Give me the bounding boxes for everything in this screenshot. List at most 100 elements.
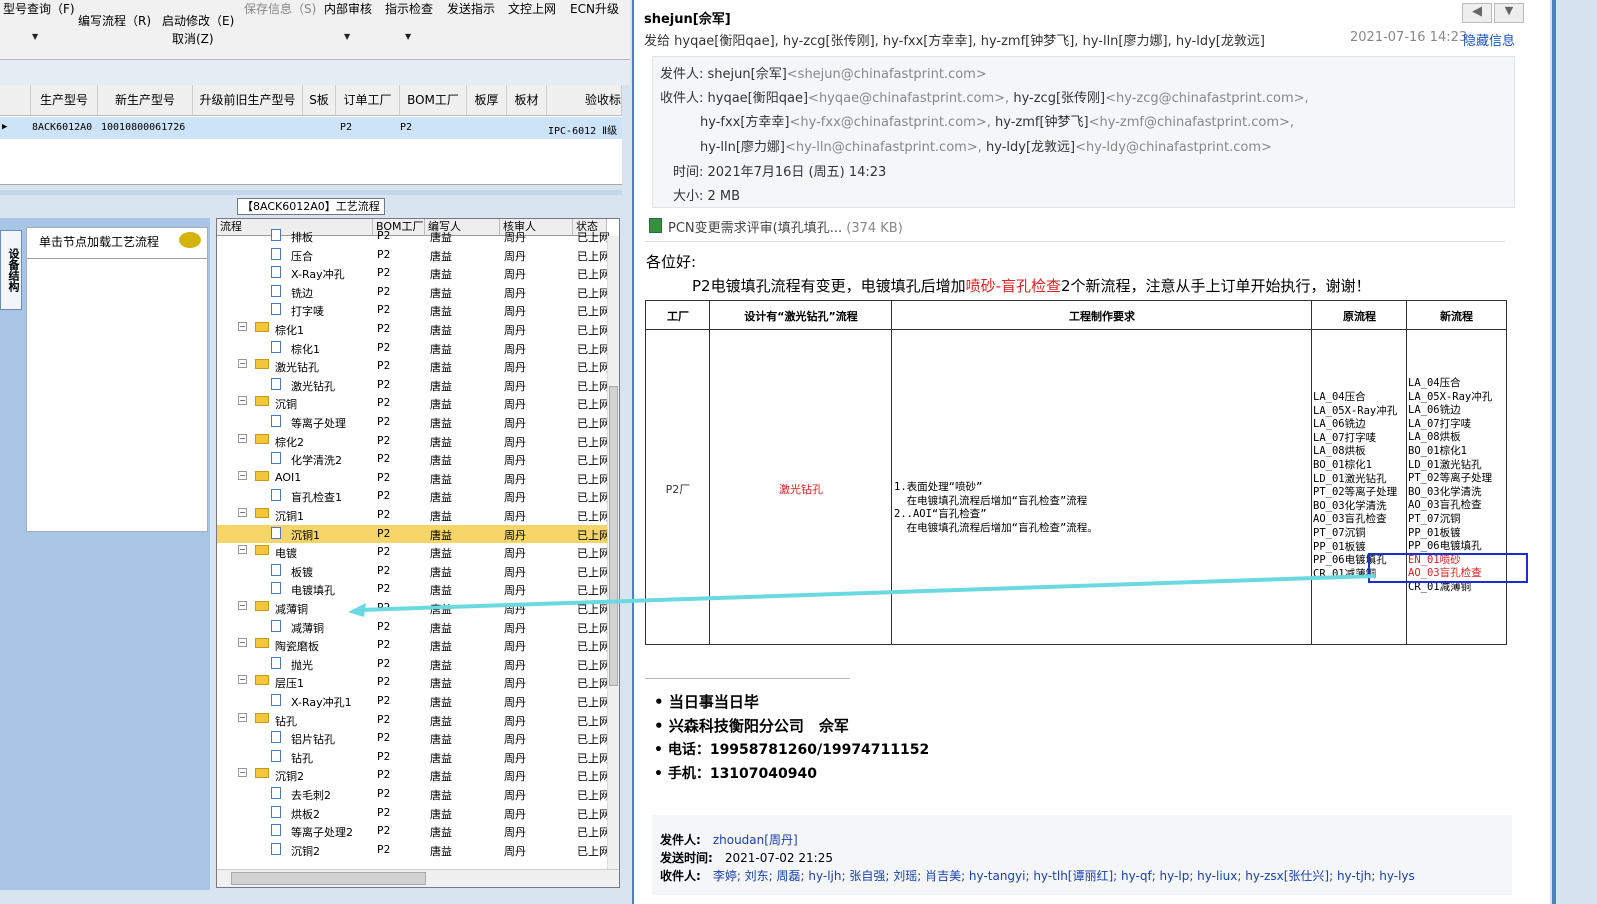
indicator-check-button[interactable]: 指示检查 (385, 0, 433, 17)
collapse-toggle-icon[interactable]: − (238, 545, 247, 555)
folder-icon (255, 508, 269, 518)
tree-row[interactable]: − 沉铜2 P2 唐益 周丹 已上网 (217, 766, 610, 785)
tree-cell-reviewer: 周丹 (504, 658, 526, 672)
tree-cell-name: AOI1 (275, 470, 302, 484)
attachment-link[interactable]: PCN变更需求评审(填孔填孔... (374 KB) (668, 217, 903, 236)
grid-header[interactable]: 板材 (507, 85, 547, 116)
to-row-2: hy-fxx[方幸幸]<hy-fxx@chinafastprint.com>, … (700, 115, 1295, 130)
tree-cell-reviewer: 周丹 (504, 472, 526, 486)
collapse-toggle-icon[interactable]: − (238, 322, 247, 331)
back-arrow-icon[interactable]: ◀ (1462, 3, 1492, 23)
tree-row[interactable]: − 棕化1 P2 唐益 周丹 已上网 (217, 320, 610, 339)
tree-row[interactable]: − 棕化2 P2 唐益 周丹 已上网 (217, 432, 610, 451)
tree-row[interactable]: X-Ray冲孔1 P2 唐益 周丹 已上网 (217, 692, 610, 711)
tree-horizontal-scrollbar[interactable] (217, 869, 619, 887)
tree-vertical-scrollbar[interactable] (607, 236, 619, 869)
collapse-toggle-icon[interactable]: − (238, 470, 247, 480)
tree-row[interactable]: − 陶瓷磨板 P2 唐益 周丹 已上网 (217, 636, 610, 655)
tree-row[interactable]: − 钻孔 P2 唐益 周丹 已上网 (217, 711, 610, 730)
tree-row[interactable]: 抛光 P2 唐益 周丹 已上网 (217, 655, 610, 674)
tree-row[interactable]: 烘板2 P2 唐益 周丹 已上网 (217, 804, 610, 823)
collapse-toggle-icon[interactable]: − (238, 508, 247, 517)
tree-cell-status: 已上网 (577, 733, 610, 747)
tree-row[interactable]: X-Ray冲孔 P2 唐益 周丹 已上网 (217, 264, 610, 283)
tree-cell-name: 电镀填孔 (291, 584, 335, 598)
collapse-toggle-icon[interactable]: − (238, 712, 247, 722)
model-query-button[interactable]: 型号查询（F) (3, 0, 75, 17)
tree-cell-reviewer: 周丹 (504, 342, 526, 356)
send-indicator-button[interactable]: 发送指示 (447, 0, 495, 17)
tree-row[interactable]: 铝片钻孔 P2 唐益 周丹 已上网 (217, 729, 610, 748)
collapse-toggle-icon[interactable]: − (238, 768, 247, 778)
chevron-down-icon[interactable]: ▼ (405, 32, 411, 41)
doc-online-button[interactable]: 文控上网 (508, 0, 556, 17)
tree-cell-reviewer: 周丹 (504, 640, 526, 654)
hide-info-link[interactable]: 隐藏信息 (1463, 30, 1515, 49)
tree-cell-reviewer: 周丹 (504, 733, 526, 747)
tree-row[interactable]: 钻孔 P2 唐益 周丹 已上网 (217, 748, 610, 767)
chevron-down-icon[interactable]: ▼ (344, 32, 350, 41)
tree-row[interactable]: 排板 P2 唐益 周丹 已上网 (217, 227, 610, 246)
tree-cell-status: 已上网 (577, 342, 610, 356)
grid-header[interactable]: BOM工厂 (400, 85, 467, 116)
collapse-toggle-icon[interactable]: − (238, 359, 247, 369)
tree-row[interactable]: 去毛刺2 P2 唐益 周丹 已上网 (217, 785, 610, 804)
ecn-upgrade-button[interactable]: ECN升级 (570, 0, 619, 17)
tree-row[interactable]: − 沉铜1 P2 唐益 周丹 已上网 (217, 506, 610, 525)
tree-row[interactable]: 沉铜2 P2 唐益 周丹 已上网 (217, 841, 610, 860)
grid-header[interactable]: 升级前旧生产型号 (193, 85, 303, 116)
recipients-summary: 发给 hyqae[衡阳qae], hy-zcg[张传刚], hy-fxx[方幸幸… (644, 34, 1265, 49)
tree-row[interactable]: 铣边 P2 唐益 周丹 已上网 (217, 283, 610, 302)
tree-row[interactable]: − AOI1 P2 唐益 周丹 已上网 (217, 469, 610, 488)
table-row[interactable]: ▶ 8ACK6012A0 10010800061726 P2 P2 IPC-60… (0, 117, 622, 139)
document-icon (271, 489, 281, 502)
tree-row[interactable]: 压合 P2 唐益 周丹 已上网 (217, 246, 610, 265)
chevron-down-icon[interactable]: ▼ (32, 32, 38, 41)
chevron-down-icon[interactable]: ▼ (1494, 3, 1524, 23)
tree-row[interactable]: 沉铜1 P2 唐益 周丹 已上网 (217, 524, 610, 544)
tree-cell-author: 唐益 (430, 324, 452, 337)
grid-header[interactable]: S板 (303, 85, 336, 116)
cancel-button[interactable]: 取消(Z) (172, 30, 214, 47)
grid-header[interactable]: 新生产型号 (98, 85, 193, 116)
tree-cell-author: 唐益 (430, 826, 452, 840)
tree-row[interactable]: 棕化1 P2 唐益 周丹 已上网 (217, 339, 610, 358)
tree-cell-bom: P2 (377, 619, 391, 633)
grid-header[interactable]: 板厚 (467, 85, 507, 116)
tree-cell-reviewer: 周丹 (504, 435, 526, 449)
collapse-toggle-icon[interactable]: − (238, 638, 247, 648)
tree-row[interactable]: 减薄铜 P2 唐益 周丹 已上网 (217, 618, 610, 637)
tree-cell-bom: P2 (377, 229, 391, 242)
tree-row[interactable]: 化学清洗2 P2 唐益 周丹 已上网 (217, 450, 610, 469)
save-info-button[interactable]: 保存信息（S) (244, 0, 316, 17)
tree-cell-name: 沉铜2 (275, 770, 304, 784)
flow-step: BO_03化学清洗 (1408, 485, 1482, 498)
flow-step: PT_07沉铜 (1408, 512, 1461, 525)
grid-header[interactable]: 订单工厂 (336, 85, 400, 116)
collapse-toggle-icon[interactable]: − (238, 433, 247, 443)
collapse-toggle-icon[interactable]: − (238, 675, 247, 685)
tree-row[interactable]: 盲孔检查1 P2 唐益 周丹 已上网 (217, 487, 610, 506)
tree-row[interactable]: 等离子处理 P2 唐益 周丹 已上网 (217, 413, 610, 432)
write-flow-button[interactable]: 编写流程（R) (78, 12, 151, 29)
tree-row[interactable]: 等离子处理2 P2 唐益 周丹 已上网 (217, 822, 610, 841)
tree-cell-name: 棕化2 (275, 435, 304, 449)
signature-line: • 电话：19958781260/19974711152 (654, 742, 930, 758)
internal-review-button[interactable]: 内部审核 (324, 0, 372, 17)
tree-row[interactable]: − 层压1 P2 唐益 周丹 已上网 (217, 673, 610, 692)
grid-header[interactable]: 生产型号 (31, 85, 98, 116)
tree-row[interactable]: 激光钻孔 P2 唐益 周丹 已上网 (217, 376, 610, 395)
signature-line: • 手机：13107040940 (654, 766, 817, 782)
tree-row[interactable]: − 沉铜 P2 唐益 周丹 已上网 (217, 394, 610, 413)
tree-row[interactable]: − 电镀 P2 唐益 周丹 已上网 (217, 543, 610, 562)
splitter[interactable] (0, 190, 622, 195)
tree-cell-name: 沉铜1 (275, 510, 304, 523)
tree-row[interactable]: 打字唛 P2 唐益 周丹 已上网 (217, 301, 610, 320)
collapse-toggle-icon[interactable]: − (238, 396, 247, 406)
tree-row[interactable]: − 激光钻孔 P2 唐益 周丹 已上网 (217, 357, 610, 376)
grid-header[interactable]: 验收标 (547, 85, 622, 116)
side-tab-device-structure[interactable]: 设备结构 (0, 230, 22, 310)
collapse-toggle-icon[interactable]: − (238, 601, 247, 610)
tree-cell-reviewer: 周丹 (504, 454, 526, 468)
start-modify-button[interactable]: 启动修改（E) (162, 12, 234, 29)
